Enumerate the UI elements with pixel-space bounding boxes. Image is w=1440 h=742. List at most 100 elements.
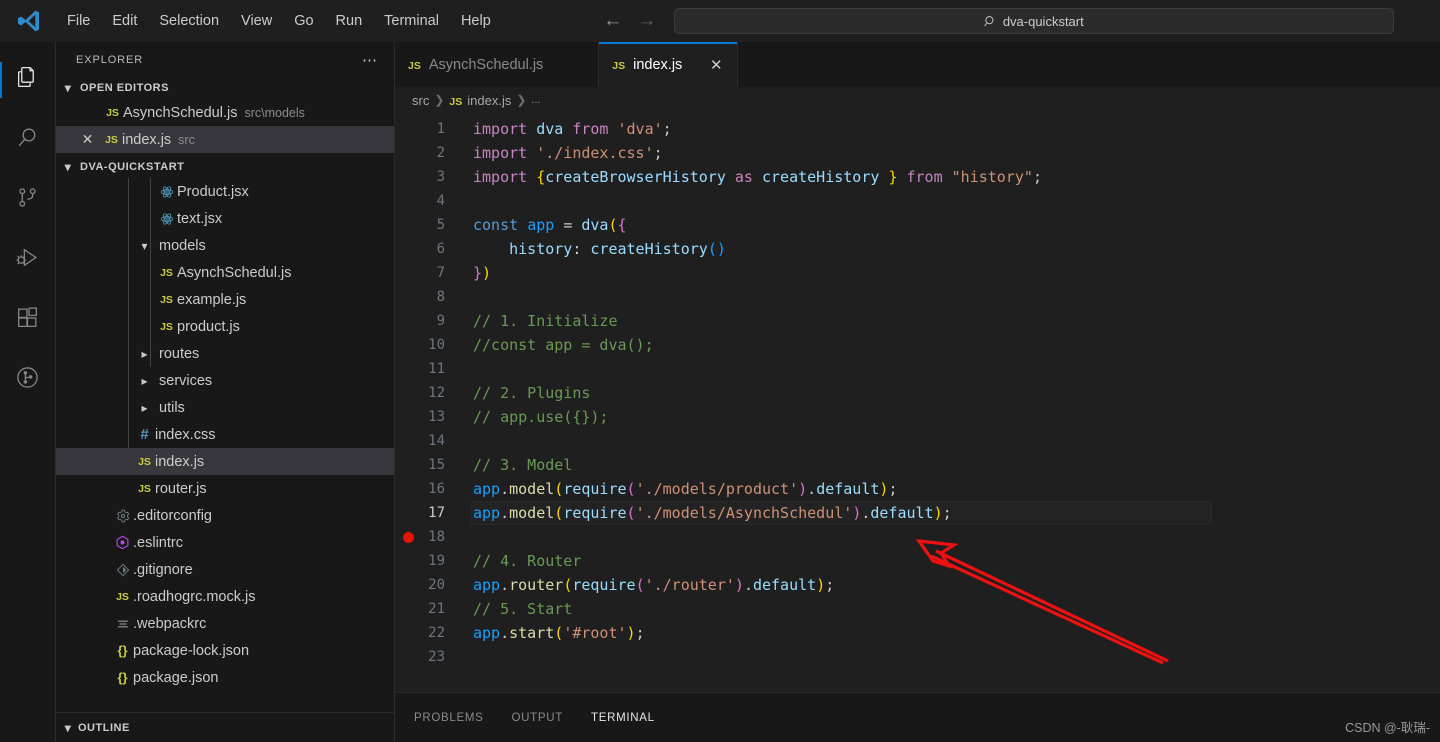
close-icon[interactable]: ✕: [74, 131, 101, 148]
panel-tab-problems[interactable]: PROBLEMS: [412, 706, 486, 730]
panel-tab-output[interactable]: OUTPUT: [510, 706, 565, 730]
code-line[interactable]: 6 history: createHistory(): [395, 237, 1440, 261]
code-line-with-breakpoint[interactable]: 19 // 4. Router: [395, 549, 1440, 573]
line-number: 17: [425, 501, 471, 525]
activity-item-run-and-debug[interactable]: [0, 230, 56, 290]
line-number: 18: [425, 525, 471, 549]
tree-item-index-js[interactable]: JS index.js: [56, 448, 394, 475]
code-line[interactable]: 11: [395, 357, 1440, 381]
line-number: 20: [425, 573, 471, 597]
activity-item-extensions[interactable]: [0, 290, 56, 350]
tree-item-editorconfig[interactable]: .editorconfig: [56, 502, 394, 529]
file-tree[interactable]: Product.jsx text.jsx ▾ m: [56, 178, 394, 712]
tree-item-models-folder[interactable]: ▾ models: [56, 232, 394, 259]
line-number: 10: [425, 333, 471, 357]
arrow-right-icon[interactable]: →: [636, 10, 658, 32]
tree-item-routes-folder[interactable]: ▸ routes: [56, 340, 394, 367]
line-content: const app = dva({: [471, 213, 627, 237]
code-line[interactable]: 15 // 3. Model: [395, 453, 1440, 477]
panel-tab-bar: PROBLEMS OUTPUT TERMINAL: [395, 693, 657, 742]
code-line[interactable]: 18: [395, 525, 1440, 549]
tree-item-gitignore[interactable]: .gitignore: [56, 556, 394, 583]
breadcrumb-item-symbol[interactable]: ...: [531, 94, 540, 106]
open-editor-path: src: [178, 133, 195, 147]
activity-item-explorer[interactable]: [0, 50, 56, 110]
breakpoint-icon[interactable]: [403, 532, 414, 543]
menu-run[interactable]: Run: [327, 9, 372, 33]
tree-item-product-js[interactable]: JS product.js: [56, 313, 394, 340]
tab-asynchschedul-js[interactable]: JS AsynchSchedul.js ✕: [395, 42, 599, 87]
tree-item-text-jsx[interactable]: text.jsx: [56, 205, 394, 232]
quick-input-search[interactable]: dva-quickstart: [674, 8, 1394, 34]
open-editor-item[interactable]: ✕ JS index.js src: [56, 126, 394, 153]
tree-item-webpackrc[interactable]: .webpackrc: [56, 610, 394, 637]
tree-item-label: utils: [159, 400, 185, 416]
activity-item-source-control[interactable]: [0, 170, 56, 230]
line-content: import './index.css';: [471, 141, 663, 165]
section-project-root[interactable]: ▾ DVA-QUICKSTART: [56, 156, 394, 178]
code-line[interactable]: 2 import './index.css';: [395, 141, 1440, 165]
section-open-editors[interactable]: ▾ OPEN EDITORS: [56, 77, 394, 99]
menu-edit[interactable]: Edit: [103, 9, 146, 33]
code-line[interactable]: 22 app.start('#root');: [395, 621, 1440, 645]
tree-item-package-json[interactable]: {} package.json: [56, 664, 394, 691]
ellipsis-icon[interactable]: ⋯: [354, 49, 386, 71]
code-line[interactable]: 23: [395, 645, 1440, 669]
line-number: 2: [425, 141, 471, 165]
code-line[interactable]: 8: [395, 285, 1440, 309]
tree-item-package-lock-json[interactable]: {} package-lock.json: [56, 637, 394, 664]
section-outline[interactable]: ▾ OUTLINE: [56, 712, 394, 742]
menu-help[interactable]: Help: [452, 9, 500, 33]
panel-tab-terminal[interactable]: TERMINAL: [589, 706, 657, 730]
tree-item-example-js[interactable]: JS example.js: [56, 286, 394, 313]
code-line[interactable]: 4: [395, 189, 1440, 213]
tree-item-utils-folder[interactable]: ▸ utils: [56, 394, 394, 421]
explorer-title: EXPLORER: [76, 54, 143, 66]
chevron-right-icon[interactable]: ▸: [134, 401, 155, 415]
close-icon[interactable]: ✕: [708, 56, 724, 74]
tree-item-asynchschedul-js[interactable]: JS AsynchSchedul.js: [56, 259, 394, 286]
code-line[interactable]: 16 app.model(require('./models/product')…: [395, 477, 1440, 501]
chevron-right-icon[interactable]: ▸: [134, 374, 155, 388]
breadcrumb-item-src[interactable]: src: [412, 93, 429, 108]
menu-file[interactable]: File: [58, 9, 99, 33]
breadcrumb-item-file[interactable]: index.js: [467, 93, 511, 108]
menu-view[interactable]: View: [232, 9, 281, 33]
arrow-left-icon[interactable]: ←: [602, 10, 624, 32]
chevron-down-icon[interactable]: ▾: [134, 239, 155, 253]
tree-item-router-js[interactable]: JS router.js: [56, 475, 394, 502]
line-content: history: createHistory(): [471, 237, 726, 261]
line-number: 1: [425, 117, 471, 141]
activity-item-timeline[interactable]: [0, 350, 56, 410]
code-line[interactable]: 13 // app.use({});: [395, 405, 1440, 429]
line-number: 12: [425, 381, 471, 405]
code-line[interactable]: 12 // 2. Plugins: [395, 381, 1440, 405]
menu-go[interactable]: Go: [285, 9, 322, 33]
tab-index-js[interactable]: JS index.js ✕: [599, 42, 738, 87]
title-bar: File Edit Selection View Go Run Terminal…: [0, 0, 1440, 42]
tree-item-eslintrc[interactable]: .eslintrc: [56, 529, 394, 556]
editor-scrollbar[interactable]: [1426, 113, 1440, 692]
code-line[interactable]: 14: [395, 429, 1440, 453]
code-line[interactable]: 7 }): [395, 261, 1440, 285]
open-editor-item[interactable]: JS AsynchSchedul.js src\models: [56, 99, 394, 126]
menu-terminal[interactable]: Terminal: [375, 9, 448, 33]
navigation-arrows: ← →: [602, 10, 658, 32]
code-line[interactable]: 10 //const app = dva();: [395, 333, 1440, 357]
code-line[interactable]: 5 const app = dva({: [395, 213, 1440, 237]
tree-item-product-jsx[interactable]: Product.jsx: [56, 178, 394, 205]
tree-item-index-css[interactable]: # index.css: [56, 421, 394, 448]
menu-selection[interactable]: Selection: [150, 9, 228, 33]
code-line[interactable]: 9 // 1. Initialize: [395, 309, 1440, 333]
tree-item-roadhogrc-mock-js[interactable]: JS .roadhogrc.mock.js: [56, 583, 394, 610]
code-line[interactable]: 1 import dva from 'dva';: [395, 117, 1440, 141]
code-editor[interactable]: 1 import dva from 'dva'; 2 import './ind…: [395, 113, 1440, 692]
chevron-right-icon[interactable]: ▸: [134, 347, 155, 361]
activity-item-search[interactable]: [0, 110, 56, 170]
code-line[interactable]: 21 // 5. Start: [395, 597, 1440, 621]
tree-item-label: .editorconfig: [133, 508, 212, 524]
tree-item-services-folder[interactable]: ▸ services: [56, 367, 394, 394]
code-line[interactable]: 3 import {createBrowserHistory as create…: [395, 165, 1440, 189]
code-line-current[interactable]: 17 app.model(require('./models/AsynchSch…: [395, 501, 1440, 525]
code-line[interactable]: 20 app.router(require('./router').defaul…: [395, 573, 1440, 597]
